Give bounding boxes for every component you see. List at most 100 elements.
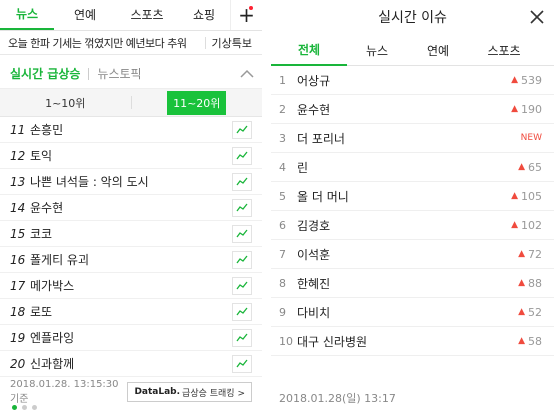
issue-row[interactable]: 1 어상규 ▲ 539 (271, 66, 554, 95)
rank-row[interactable]: 19 엔플라잉 (0, 325, 262, 351)
rank-keyword[interactable]: 코코 (30, 225, 232, 242)
weather-bar[interactable]: 오늘 한파 기세는 꺾였지만 예년보다 추워 기상특보 (0, 31, 262, 55)
range-11-20-label: 11~20위 (167, 90, 227, 115)
issue-number: 6 (279, 218, 286, 232)
rank-row[interactable]: 11 손흥민 (0, 117, 262, 143)
tab-sports[interactable]: 스포츠 (116, 0, 178, 30)
issue-row[interactable]: 10 대구 신라병원 ▲ 58 (271, 327, 554, 356)
issue-keyword[interactable]: 한혜진 (297, 275, 506, 292)
change-value: 88 (528, 276, 542, 290)
tab-entertainment[interactable]: 연예 (407, 34, 469, 66)
issue-keyword[interactable]: 이석훈 (297, 246, 506, 263)
issue-change: ▲ 190 (506, 103, 554, 116)
rank-keyword[interactable]: 토익 (30, 147, 232, 164)
issue-keyword[interactable]: 어상규 (297, 72, 506, 89)
trend-graph-icon[interactable] (232, 120, 252, 139)
rank-row[interactable]: 18 로또 (0, 299, 262, 325)
issue-keyword[interactable]: 김경호 (297, 217, 506, 234)
rank-row[interactable]: 12 토익 (0, 143, 262, 169)
issue-keyword[interactable]: 다비치 (297, 304, 506, 321)
tab-all[interactable]: 전체 (271, 34, 347, 66)
range-1-10-button[interactable]: 1~10위 (0, 89, 131, 116)
issue-number: 8 (279, 276, 286, 290)
rank-row[interactable]: 17 메가박스 (0, 273, 262, 299)
trend-graph-icon[interactable] (232, 250, 252, 269)
issue-change: ▲ 52 (506, 306, 554, 319)
range-11-20-button[interactable]: 11~20위 (132, 89, 263, 116)
trend-graph-icon[interactable] (232, 146, 252, 165)
up-arrow-icon: ▲ (511, 191, 518, 201)
rank-keyword[interactable]: 엔플라잉 (30, 329, 232, 346)
trend-graph-icon[interactable] (232, 276, 252, 295)
issue-row[interactable]: 8 한혜진 ▲ 88 (271, 269, 554, 298)
trend-graph-icon[interactable] (232, 172, 252, 191)
notification-dot (249, 6, 253, 10)
tab-shopping[interactable]: 쇼핑 (178, 0, 230, 30)
up-arrow-icon: ▲ (518, 162, 525, 172)
weather-alert-link[interactable]: 기상특보 (212, 35, 262, 51)
rank-keyword[interactable]: 손흥민 (30, 121, 232, 138)
tab-entertainment[interactable]: 연예 (54, 0, 116, 30)
rank-number: 13 (10, 174, 26, 189)
issue-row[interactable]: 2 윤수현 ▲ 190 (271, 95, 554, 124)
rank-keyword[interactable]: 폴게티 유괴 (30, 251, 232, 268)
issue-row[interactable]: 4 린 ▲ 65 (271, 153, 554, 182)
tab-sports[interactable]: 스포츠 (469, 34, 539, 66)
news-topic-tab[interactable]: 뉴스토픽 (97, 65, 232, 82)
rank-number: 14 (10, 200, 26, 215)
up-arrow-icon: ▲ (518, 336, 525, 346)
issue-number: 5 (279, 189, 286, 203)
rank-keyword[interactable]: 윤수현 (30, 199, 232, 216)
trend-graph-icon[interactable] (232, 302, 252, 321)
realtime-rising-tab[interactable]: 실시간 급상승 (10, 65, 80, 82)
issue-number: 9 (279, 305, 286, 319)
rank-number: 12 (10, 148, 26, 163)
issue-list: 1 어상규 ▲ 539 2 윤수현 ▲ 190 3더 포리너 NEW 4 린 ▲ 65 5올 더 머… (271, 66, 554, 356)
rank-row[interactable]: 13 나쁜 녀석들 : 악의 도시 (0, 169, 262, 195)
issue-keyword[interactable]: 더 포리너 (297, 130, 506, 147)
rank-keyword[interactable]: 나쁜 녀석들 : 악의 도시 (30, 173, 232, 190)
weather-text[interactable]: 오늘 한파 기세는 꺾였지만 예년보다 추워 (8, 35, 199, 51)
page-dot[interactable] (22, 405, 27, 410)
issue-row[interactable]: 6 김경호 ▲ 102 (271, 211, 554, 240)
datalab-button[interactable]: DataLab. 급상승 트래킹 > (127, 382, 252, 402)
up-arrow-icon: ▲ (511, 75, 518, 85)
issue-keyword[interactable]: 대구 신라병원 (297, 333, 506, 350)
page-title: 실시간 이슈 (378, 10, 447, 26)
trend-graph-icon[interactable] (232, 354, 252, 373)
rank-keyword[interactable]: 메가박스 (30, 277, 232, 294)
issue-keyword[interactable]: 윤수현 (297, 101, 506, 118)
rank-keyword[interactable]: 신과함께 (30, 355, 232, 372)
issue-row[interactable]: 7 이석훈 ▲ 72 (271, 240, 554, 269)
issue-row[interactable]: 9 다비치 ▲ 52 (271, 298, 554, 327)
chevron-up-icon[interactable] (232, 59, 262, 89)
rank-row[interactable]: 15 코코 (0, 221, 262, 247)
issue-row[interactable]: 3 더 포리너 NEW (271, 124, 554, 153)
plus-icon[interactable]: + (230, 0, 262, 30)
change-value: 190 (521, 102, 542, 116)
tab-news[interactable]: 뉴스 (347, 34, 407, 66)
rank-row[interactable]: 20 신과함께 (0, 351, 262, 377)
trend-graph-icon[interactable] (232, 328, 252, 347)
change-value: 105 (521, 189, 542, 203)
issue-keyword[interactable]: 올 더 머니 (297, 188, 506, 205)
issue-change: ▲ 88 (506, 277, 554, 290)
tab-news[interactable]: 뉴스 (0, 0, 54, 30)
issue-keyword[interactable]: 린 (297, 159, 506, 176)
up-arrow-icon: ▲ (511, 220, 518, 230)
issue-number: 2 (279, 102, 286, 116)
rank-row[interactable]: 16 폴게티 유괴 (0, 247, 262, 273)
left-panel: 뉴스 연예 스포츠 쇼핑 + 오늘 한파 기세는 꺾였지만 예년보다 추워 기상… (0, 0, 262, 418)
change-value: 539 (521, 73, 542, 87)
issue-row[interactable]: 5 올 더 머니 ▲ 105 (271, 182, 554, 211)
trend-graph-icon[interactable] (232, 198, 252, 217)
rank-keyword[interactable]: 로또 (30, 303, 232, 320)
trend-graph-icon[interactable] (232, 224, 252, 243)
rank-number: 16 (10, 252, 26, 267)
close-icon[interactable] (528, 8, 546, 26)
page-dot[interactable] (12, 405, 17, 410)
up-arrow-icon: ▲ (518, 249, 525, 259)
new-badge: NEW (520, 133, 542, 143)
rank-row[interactable]: 14 윤수현 (0, 195, 262, 221)
page-dot[interactable] (32, 405, 37, 410)
